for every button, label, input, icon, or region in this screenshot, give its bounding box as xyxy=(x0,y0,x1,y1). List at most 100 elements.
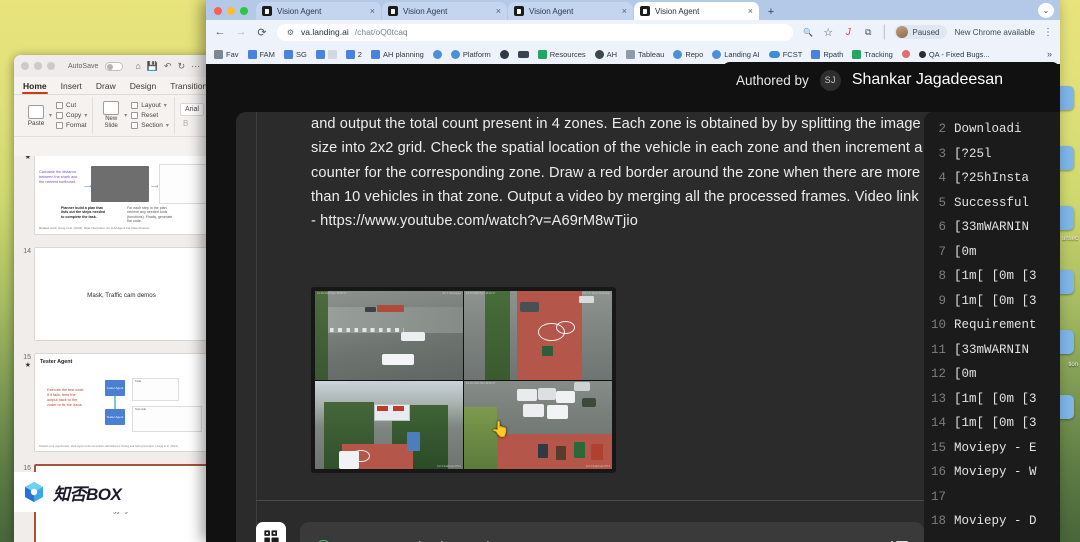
slide-thumbnail[interactable]: Tester Agent Execute the test code. If i… xyxy=(34,353,209,452)
line-text: [0m xyxy=(954,244,977,259)
ppt-tab-home[interactable]: Home xyxy=(22,79,48,94)
bookmark-fam[interactable]: FAM xyxy=(247,49,275,59)
tab-strip[interactable]: Vision Agent × Vision Agent × Vision Age… xyxy=(206,0,1060,20)
layout-icon xyxy=(131,102,139,109)
zoom-icon[interactable]: 🔍 xyxy=(802,28,814,37)
bookmark-ah[interactable]: AH xyxy=(594,49,617,59)
bookmark-fav[interactable]: Fav xyxy=(214,49,239,59)
bookmark-tableau[interactable]: Tableau xyxy=(626,49,664,59)
tab-close-icon[interactable]: × xyxy=(622,6,627,16)
font-name-input[interactable]: Arial xyxy=(179,103,204,116)
save-icon[interactable]: 💾 xyxy=(147,61,158,72)
more-icon[interactable]: ⋯ xyxy=(191,61,200,72)
ribbon-group-slides[interactable]: New Slide ▾ Layout ▾ Reset Section ▾ xyxy=(93,97,175,134)
bookmark-ah-planning[interactable]: AH planning xyxy=(370,49,424,59)
browser-tab-2[interactable]: Vision Agent × xyxy=(382,2,507,20)
reload-button[interactable]: ⟳ xyxy=(256,26,268,39)
ppt-tab-draw[interactable]: Draw xyxy=(95,79,117,94)
bookmark-platform[interactable]: Platform xyxy=(450,49,491,59)
chrome-menu-icon[interactable]: ⋮ xyxy=(1043,27,1053,38)
section-button[interactable]: Section ▾ xyxy=(131,122,169,129)
status-card[interactable]: ✓ Creating instructions xyxy=(300,522,924,542)
tab-close-icon[interactable]: × xyxy=(748,6,753,16)
video-preview[interactable]: 10-25-2023 Sun 10:20:17 CH 1 Jatinegara xyxy=(311,287,616,473)
redo-icon[interactable]: ↻ xyxy=(178,61,186,72)
tab-close-icon[interactable]: × xyxy=(496,6,501,16)
extension-j-icon[interactable]: J xyxy=(842,27,854,38)
ribbon-group-font[interactable]: Arial B xyxy=(175,97,209,134)
powerpoint-ribbon-tabs[interactable]: Home Insert Draw Design Transitions xyxy=(14,77,214,95)
window-maximize-button[interactable] xyxy=(47,62,55,70)
slide-thumbnail[interactable]: Calculate the distance between the shark… xyxy=(34,156,209,235)
autosave-toggle[interactable] xyxy=(105,61,124,71)
bold-button[interactable]: B xyxy=(180,119,204,128)
window-maximize-button[interactable] xyxy=(240,7,248,15)
site-settings-icon[interactable]: ⚙ xyxy=(286,28,295,37)
bookmark-fcst[interactable]: FCST xyxy=(768,50,802,59)
window-close-button[interactable] xyxy=(214,7,222,15)
toolbar-actions[interactable]: 🔍 ☆ J ⧉ | Paused New Chrome available ⋮ xyxy=(802,23,1053,41)
section-caret-icon[interactable]: ▾ xyxy=(166,122,169,129)
slide-list-item[interactable]: 13 ★ Calculate the distance between the … xyxy=(14,156,214,235)
chrome-update-message[interactable]: New Chrome available xyxy=(955,28,1035,37)
bookmark-2[interactable]: 2 xyxy=(345,49,362,59)
bookmark-car[interactable] xyxy=(517,50,529,58)
titlebar-quick-actions[interactable]: ⌂ 💾 ↶ ↻ ⋯ xyxy=(135,61,200,72)
bookmarks-overflow-button[interactable]: » xyxy=(1047,49,1052,59)
layout-button[interactable]: Layout ▾ xyxy=(131,102,169,109)
browser-tab-3[interactable]: Vision Agent × xyxy=(508,2,633,20)
cut-button[interactable]: Cut xyxy=(56,102,87,109)
new-tab-button[interactable]: + xyxy=(763,4,779,20)
forward-button[interactable]: → xyxy=(235,26,247,38)
bookmark-tracking[interactable]: Tracking xyxy=(852,49,893,59)
slide-list-item[interactable]: 14 Mask, Traffic cam demos xyxy=(14,244,214,341)
window-minimize-button[interactable] xyxy=(227,7,235,15)
bookmark-globe-1[interactable] xyxy=(432,49,442,59)
browser-toolbar[interactable]: ← → ⟳ ⚙ va.landing.ai/chat/oQ0tcaq 🔍 ☆ J… xyxy=(206,20,1060,44)
address-bar[interactable]: ⚙ va.landing.ai/chat/oQ0tcaq xyxy=(277,23,794,41)
bookmark-gear[interactable] xyxy=(499,49,509,59)
slide-list-item[interactable]: 15 ★ Tester Agent Execute the test code.… xyxy=(14,350,214,452)
browser-tab-1[interactable]: Vision Agent × xyxy=(256,2,381,20)
terminal-panel[interactable]: 2 Downloadi 3 [?25l 4 [?25hInsta 5 Successf… xyxy=(924,112,1060,542)
undo-icon[interactable]: ↶ xyxy=(164,61,172,72)
ribbon-group-clipboard[interactable]: Paste ▾ Cut Copy ▾ Format xyxy=(18,97,94,134)
cam-timestamp: 10-25-2023 Sun 10:20:17 xyxy=(317,381,347,385)
new-slide-button[interactable]: New Slide xyxy=(98,101,124,129)
bookmarks-bar[interactable]: Fav FAM SG 2 AH planning Platform Resour… xyxy=(206,44,1060,64)
paste-caret-icon[interactable]: ▾ xyxy=(49,112,52,119)
powerpoint-window[interactable]: AutoSave ⌂ 💾 ↶ ↻ ⋯ Home Insert Draw Desi… xyxy=(14,55,214,542)
format-painter-button[interactable]: Format xyxy=(56,122,87,129)
home-icon[interactable]: ⌂ xyxy=(135,61,140,72)
window-close-button[interactable] xyxy=(21,62,29,70)
bookmark-family[interactable] xyxy=(901,50,910,58)
ppt-tab-design[interactable]: Design xyxy=(129,79,157,94)
back-button[interactable]: ← xyxy=(214,26,226,38)
bookmark-landing-ai[interactable]: Landing AI xyxy=(712,49,760,59)
powerpoint-ribbon[interactable]: Paste ▾ Cut Copy ▾ Format New Slide ▾ La… xyxy=(14,95,214,137)
bookmark-resources[interactable]: Resources xyxy=(537,49,586,59)
line-number: 3 xyxy=(938,146,946,161)
bookmark-doc-blank[interactable] xyxy=(315,49,337,59)
reset-button[interactable]: Reset xyxy=(131,112,169,119)
ppt-tab-insert[interactable]: Insert xyxy=(60,79,83,94)
window-minimize-button[interactable] xyxy=(34,62,42,70)
window-controls[interactable] xyxy=(211,7,256,20)
copy-button[interactable]: Copy ▾ xyxy=(56,112,87,119)
split-view-icon[interactable]: ⧉ xyxy=(862,27,874,38)
tab-close-icon[interactable]: × xyxy=(370,6,375,16)
new-slide-caret-icon[interactable]: ▾ xyxy=(124,112,127,119)
bookmark-sg[interactable]: SG xyxy=(283,49,307,59)
layout-caret-icon[interactable]: ▾ xyxy=(164,102,167,109)
bookmark-repo[interactable]: Repo xyxy=(673,49,703,59)
bookmark-rpath[interactable]: Rpath xyxy=(811,49,843,59)
tab-search-chevron-down-icon[interactable]: ⌄ xyxy=(1038,3,1054,18)
copy-caret-icon[interactable]: ▾ xyxy=(84,112,87,119)
bookmark-star-icon[interactable]: ☆ xyxy=(822,26,834,39)
powerpoint-titlebar: AutoSave ⌂ 💾 ↶ ↻ ⋯ xyxy=(14,55,214,77)
profile-chip[interactable]: Paused xyxy=(894,25,947,39)
paste-button[interactable]: Paste xyxy=(23,104,49,127)
browser-tab-4-active[interactable]: Vision Agent × xyxy=(634,2,759,20)
bookmark-qa-fixed-bugs[interactable]: QA - Fixed Bugs... xyxy=(918,50,990,59)
slide-thumbnail[interactable]: Mask, Traffic cam demos xyxy=(34,247,209,341)
